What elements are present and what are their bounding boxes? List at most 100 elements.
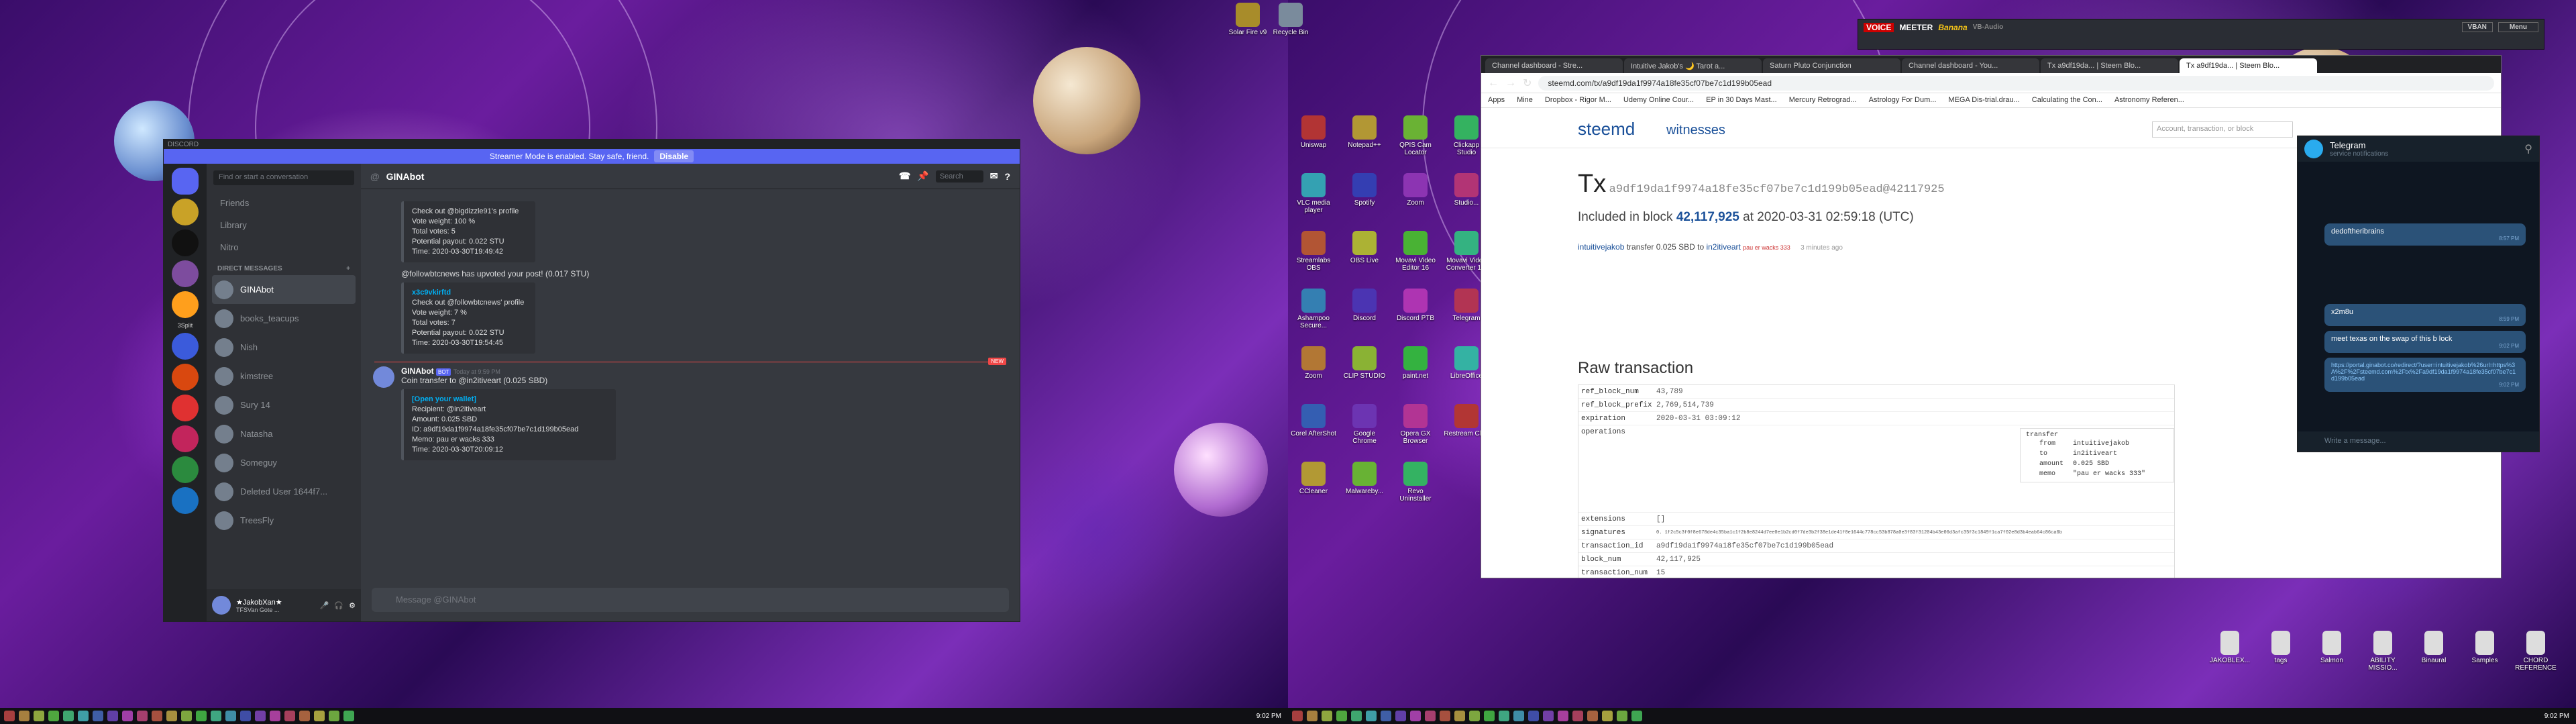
dm-search-input[interactable]: Find or start a conversation bbox=[213, 170, 354, 185]
taskbar-app-icon[interactable] bbox=[1351, 711, 1362, 721]
dm-item[interactable]: books_teacups bbox=[207, 304, 361, 333]
desktop-icon[interactable]: OBS Live bbox=[1342, 231, 1387, 264]
avatar[interactable] bbox=[212, 596, 231, 615]
server-icon[interactable] bbox=[172, 364, 199, 391]
server-icon[interactable] bbox=[172, 260, 199, 287]
bookmark-item[interactable]: Apps bbox=[1488, 96, 1505, 105]
taskbar-app-icon[interactable] bbox=[1631, 711, 1642, 721]
server-icon[interactable] bbox=[172, 291, 199, 318]
desktop-icon[interactable]: Malwareby... bbox=[1342, 462, 1387, 495]
taskbar-app-icon[interactable] bbox=[1617, 711, 1627, 721]
browser-tab[interactable]: Tx a9df19da... | Steem Blo... bbox=[2041, 58, 2178, 73]
desktop-icon[interactable]: Revo Uninstaller bbox=[1393, 462, 1438, 503]
nav-witnesses[interactable]: witnesses bbox=[1666, 123, 1725, 138]
taskbar-app-icon[interactable] bbox=[1499, 711, 1509, 721]
telegram-compose[interactable]: Write a message... bbox=[2298, 431, 2539, 452]
desktop-icon[interactable]: CLIP STUDIO bbox=[1342, 346, 1387, 380]
server-icon[interactable] bbox=[172, 456, 199, 483]
back-icon[interactable]: ← bbox=[1488, 77, 1499, 89]
desktop-icon[interactable]: Spotify bbox=[1342, 173, 1387, 207]
desktop-icon[interactable]: Uniswap bbox=[1291, 115, 1336, 149]
taskbar-app-icon[interactable] bbox=[1395, 711, 1406, 721]
taskbar-app-icon[interactable] bbox=[1410, 711, 1421, 721]
reload-icon[interactable]: ↻ bbox=[1523, 76, 1532, 90]
server-icon[interactable] bbox=[172, 395, 199, 421]
taskbar-app-icon[interactable] bbox=[240, 711, 251, 721]
desktop-icon[interactable]: Ashampoo Secure... bbox=[1291, 289, 1336, 329]
taskbar-app-icon[interactable] bbox=[225, 711, 236, 721]
help-icon[interactable]: ? bbox=[1004, 171, 1010, 182]
server-icon[interactable] bbox=[172, 199, 199, 225]
desktop-icon[interactable]: Corel AfterShot bbox=[1291, 404, 1336, 437]
taskbar-app-icon[interactable] bbox=[152, 711, 162, 721]
taskbar-app-icon[interactable] bbox=[1336, 711, 1347, 721]
taskbar-app-icon[interactable] bbox=[299, 711, 310, 721]
taskbar-app-icon[interactable] bbox=[1602, 711, 1613, 721]
taskbar-app-icon[interactable] bbox=[63, 711, 74, 721]
bookmark-item[interactable]: Udemy Online Cour... bbox=[1623, 96, 1694, 105]
dm-item[interactable]: GINAbot bbox=[212, 275, 356, 304]
taskbar-app-icon[interactable] bbox=[1440, 711, 1450, 721]
desktop-icon[interactable]: VLC media player bbox=[1291, 173, 1336, 214]
taskbar-app-icon[interactable] bbox=[107, 711, 118, 721]
browser-tab[interactable]: Intuitive Jakob's 🌙 Tarot a... bbox=[1624, 58, 1762, 73]
site-search-input[interactable]: Account, transaction, or block bbox=[2152, 121, 2293, 138]
desktop-icon[interactable]: CHORD REFERENCE bbox=[2513, 631, 2559, 672]
server-icon[interactable] bbox=[172, 229, 199, 256]
desktop-icon[interactable]: Google Chrome bbox=[1342, 404, 1387, 445]
taskbar-app-icon[interactable] bbox=[1425, 711, 1436, 721]
taskbar-app-icon[interactable] bbox=[34, 711, 44, 721]
desktop-icon[interactable]: JAKOBLEX... bbox=[2207, 631, 2253, 664]
embed-title[interactable]: x3c9vkirftd bbox=[412, 288, 527, 298]
desktop-icon[interactable]: Zoom bbox=[1291, 346, 1336, 380]
desktop-icon[interactable]: Streamlabs OBS bbox=[1291, 231, 1336, 272]
dm-item[interactable]: Natasha bbox=[207, 419, 361, 448]
taskbar-app-icon[interactable] bbox=[93, 711, 103, 721]
nav-friends[interactable]: Friends bbox=[207, 192, 361, 214]
browser-tab[interactable]: Channel dashboard - You... bbox=[1902, 58, 2039, 73]
desktop-icon[interactable]: Discord bbox=[1342, 289, 1387, 322]
browser-tab[interactable]: Tx a9df19da... | Steem Blo... bbox=[2180, 58, 2317, 73]
start-icon[interactable] bbox=[1292, 711, 1303, 721]
desktop-icon-solar-fire[interactable]: Solar Fire v9 bbox=[1225, 3, 1271, 36]
taskbar-app-icon[interactable] bbox=[1513, 711, 1524, 721]
bookmark-item[interactable]: Mine bbox=[1517, 96, 1533, 105]
desktop-icon-recycle-bin[interactable]: Recycle Bin bbox=[1268, 3, 1313, 36]
bookmark-item[interactable]: Mercury Retrograd... bbox=[1789, 96, 1857, 105]
taskbar-app-icon[interactable] bbox=[19, 711, 30, 721]
gear-icon[interactable]: ⚙ bbox=[349, 601, 356, 610]
taskbar-app-icon[interactable] bbox=[1484, 711, 1495, 721]
taskbar-app-icon[interactable] bbox=[343, 711, 354, 721]
desktop-icon[interactable]: Binaural bbox=[2411, 631, 2457, 664]
taskbar-app-icon[interactable] bbox=[1558, 711, 1568, 721]
search-icon[interactable]: ⚲ bbox=[2524, 142, 2532, 156]
inbox-icon[interactable]: ✉ bbox=[990, 170, 998, 182]
taskbar-app-icon[interactable] bbox=[196, 711, 207, 721]
dm-item[interactable]: Someguy bbox=[207, 448, 361, 477]
desktop-icon[interactable]: Movavi Video Editor 16 bbox=[1393, 231, 1438, 272]
dm-item[interactable]: TreesFly bbox=[207, 506, 361, 535]
add-dm-icon[interactable]: + bbox=[346, 265, 350, 272]
telegram-message[interactable]: https://portal.ginabot.co/redirect/?user… bbox=[2324, 358, 2526, 392]
taskbar-app-icon[interactable] bbox=[166, 711, 177, 721]
home-icon[interactable] bbox=[172, 168, 199, 195]
bookmark-item[interactable]: MEGA Dis-trial.drau... bbox=[1948, 96, 2019, 105]
taskbar-app-icon[interactable] bbox=[1307, 711, 1318, 721]
taskbar-app-icon[interactable] bbox=[122, 711, 133, 721]
dm-item[interactable]: Deleted User 1644f7... bbox=[207, 477, 361, 506]
headset-icon[interactable]: 🎧 bbox=[334, 601, 343, 610]
taskbar-app-icon[interactable] bbox=[78, 711, 89, 721]
telegram-message[interactable]: x2m8u 8:59 PM bbox=[2324, 304, 2526, 326]
dm-item[interactable]: Sury 14 bbox=[207, 391, 361, 419]
taskbar-app-icon[interactable] bbox=[1366, 711, 1377, 721]
desktop-icon[interactable]: Discord PTB bbox=[1393, 289, 1438, 322]
dm-item[interactable]: kimstree bbox=[207, 362, 361, 391]
taskbar-app-icon[interactable] bbox=[1469, 711, 1480, 721]
brand-logo[interactable]: steemd bbox=[1578, 119, 1635, 140]
search-input[interactable]: Search bbox=[935, 170, 983, 183]
desktop-icon[interactable]: QPIS Cam Locator bbox=[1393, 115, 1438, 156]
clock[interactable]: 9:02 PM bbox=[1256, 713, 1281, 720]
bookmark-item[interactable]: EP in 30 Days Mast... bbox=[1706, 96, 1777, 105]
mic-icon[interactable]: 🎤 bbox=[320, 601, 329, 610]
bot-avatar[interactable] bbox=[373, 366, 394, 388]
